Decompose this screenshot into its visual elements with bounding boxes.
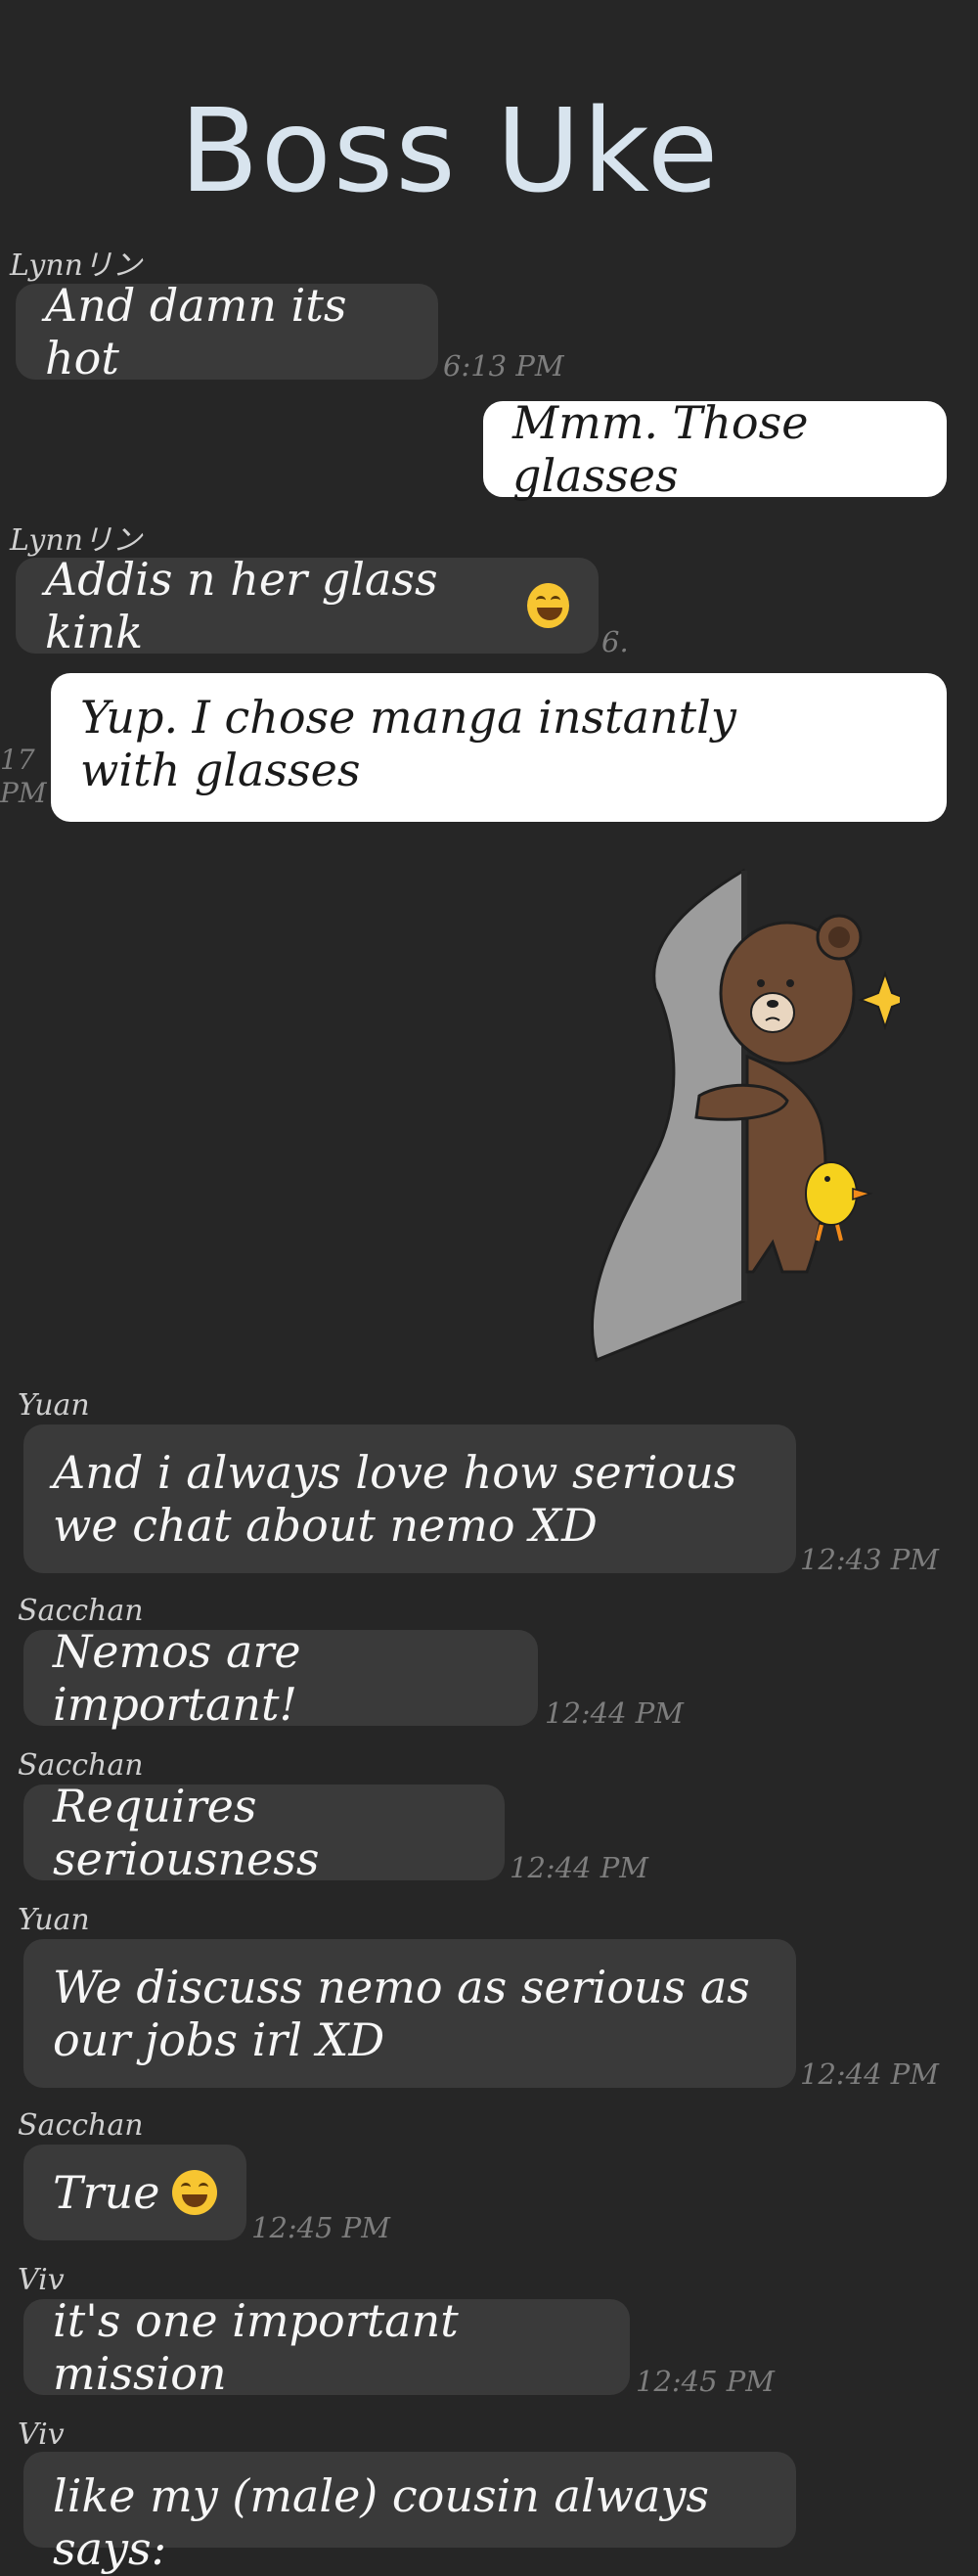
- message-bubble[interactable]: it's one important mission: [23, 2294, 630, 2400]
- message-timestamp: 6:13 PM: [443, 349, 564, 383]
- message-text: Yup. I chose manga instantly with glasse…: [80, 691, 736, 797]
- tears-of-joy-emoji-icon: [171, 2170, 217, 2215]
- sender-name: Yuan: [18, 1903, 90, 1937]
- message-timestamp: 12:44 PM: [510, 1851, 648, 1884]
- message-bubble[interactable]: like my (male) cousin always says:: [23, 2452, 796, 2575]
- message-text: Nemos are important!: [53, 1624, 301, 1731]
- sender-name: Viv: [18, 2263, 65, 2297]
- message-bubble-outgoing[interactable]: Yup. I chose manga instantly with glasse…: [51, 673, 947, 822]
- message-text: it's one important mission: [53, 2293, 459, 2400]
- sender-name: Sacchan: [18, 2108, 144, 2143]
- bear-sticker-image[interactable]: [587, 861, 900, 1370]
- sender-name: Lynnリン: [10, 249, 142, 283]
- grinning-sweat-emoji-icon: [527, 583, 569, 628]
- message-bubble[interactable]: Requires seriousness: [23, 1780, 505, 1885]
- message-timestamp: 12:45 PM: [636, 2365, 775, 2398]
- message-text: like my (male) cousin always says:: [53, 2469, 710, 2576]
- message-text: And damn its hot: [45, 278, 347, 384]
- message-text: Addis n her glass kink: [45, 552, 438, 658]
- message-bubble[interactable]: We discuss nemo as serious as our jobs i…: [23, 1939, 796, 2088]
- sender-name: Yuan: [18, 1388, 90, 1423]
- sender-name: Sacchan: [18, 1594, 144, 1628]
- message-timestamp: 12:43 PM: [800, 1543, 939, 1576]
- message-bubble[interactable]: Addis n her glass kink: [16, 553, 599, 658]
- message-timestamp: 12:45 PM: [251, 2211, 390, 2244]
- message-text: Requires seriousness: [53, 1779, 320, 1885]
- message-text: We discuss nemo as serious as our jobs i…: [53, 1960, 750, 2066]
- message-timestamp: 6.: [601, 625, 629, 658]
- message-timestamp: 12:44 PM: [800, 2057, 939, 2091]
- sender-name: Viv: [18, 2418, 65, 2452]
- message-text: Mmm. Those glasses: [512, 395, 809, 502]
- message-timestamp: 12:44 PM: [545, 1696, 684, 1730]
- message-bubble[interactable]: True: [23, 2145, 246, 2240]
- sender-name: Lynnリン: [10, 523, 142, 558]
- message-bubble[interactable]: Nemos are important!: [23, 1625, 538, 1731]
- message-bubble[interactable]: And i always love how serious we chat ab…: [23, 1424, 796, 1573]
- message-text: And i always love how serious we chat ab…: [53, 1445, 737, 1552]
- sender-name: Sacchan: [18, 1748, 144, 1783]
- chat-title: Boss Uke: [179, 83, 721, 218]
- message-bubble[interactable]: And damn its hot: [16, 279, 438, 384]
- message-timestamp: 17 PM: [0, 744, 47, 809]
- message-text: True: [53, 2165, 160, 2219]
- message-bubble-outgoing[interactable]: Mmm. Those glasses: [483, 396, 947, 502]
